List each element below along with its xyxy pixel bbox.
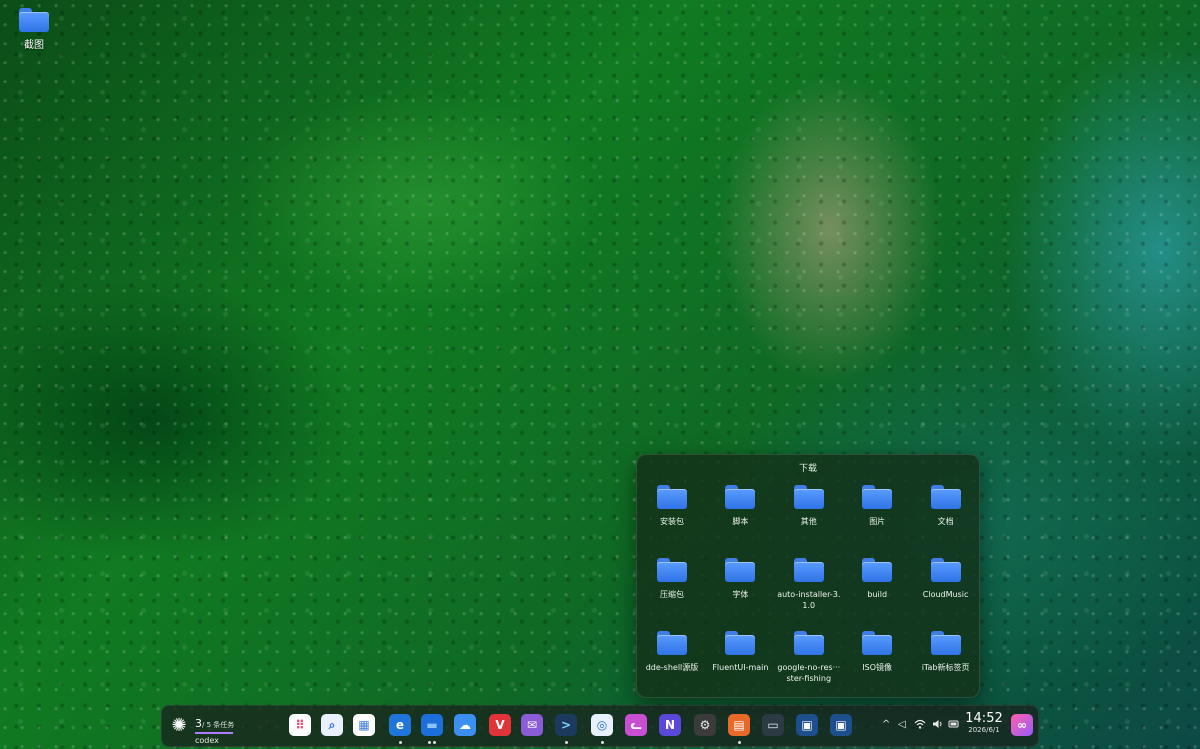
folder-item-label: build <box>867 590 888 599</box>
workspace-bar <box>195 732 233 734</box>
tray-back-icon[interactable]: ◁ <box>898 719 906 730</box>
mail-icon[interactable]: ✉ <box>521 714 543 736</box>
folder-popup-title: 下载 <box>798 464 817 474</box>
window-switch-icon[interactable]: ▭ <box>762 714 784 736</box>
folder-item[interactable]: 字体 <box>707 558 773 600</box>
folder-icon <box>725 485 756 509</box>
running-indicator <box>433 741 436 744</box>
folder-item-label: auto-installer-3.1.0 <box>777 590 841 610</box>
folder-item-label: 压缩包 <box>660 590 684 599</box>
folder-icon <box>657 558 687 582</box>
wallpaper-raindrops <box>0 0 1200 749</box>
taskbar: ✺ 3/ 5 条任务 codex ^ ◁ 14:52 2026/6/1 ∞ ⠿ ⌕… <box>161 705 1039 747</box>
window-a-icon[interactable]: ▣ <box>796 714 818 736</box>
folder-item-label: CloudMusic <box>922 590 969 599</box>
running-indicator <box>428 741 431 744</box>
folder-item[interactable]: auto-installer-3.1.0 <box>776 558 842 611</box>
folder-popup-downloads: 下载 安装包 脚本 其他 图片 文档压缩包 字体 auto-installer-3.1.0 b… <box>636 454 980 698</box>
folder-icon <box>793 631 824 655</box>
folder-icon <box>657 631 687 655</box>
launcher-grid-icon[interactable]: ⠿ <box>289 714 311 736</box>
file-manager-icon[interactable]: ▬ <box>421 714 443 736</box>
folder-item-label: 文档 <box>937 517 954 526</box>
folder-item-label: dde-shell源版 <box>645 663 699 672</box>
folder-item-label: 安装包 <box>660 517 684 526</box>
battery-icon[interactable] <box>948 719 960 732</box>
running-indicator <box>564 741 568 744</box>
folder-item[interactable]: ISO镜像 <box>844 631 910 673</box>
running-indicator <box>398 741 402 744</box>
folder-item[interactable]: CloudMusic <box>913 558 979 600</box>
folder-icon <box>725 631 756 655</box>
volume-icon[interactable] <box>932 719 944 732</box>
folder-icon <box>793 558 824 582</box>
workspace-indicator[interactable]: 3/ 5 条任务 codex <box>195 712 245 745</box>
folder-icon <box>862 558 893 582</box>
folder-item[interactable]: FluentUI-main <box>707 631 773 673</box>
settings-gear-icon[interactable]: ⚙ <box>694 714 716 736</box>
clock-date: 2026/6/1 <box>968 726 1000 734</box>
folder-icon <box>862 631 893 655</box>
running-indicator <box>600 741 604 744</box>
window-b-icon[interactable]: ▣ <box>830 714 852 736</box>
workspace-current: 3 <box>195 717 202 730</box>
folder-item[interactable]: 图片 <box>844 485 910 527</box>
folder-item[interactable]: build <box>844 558 910 600</box>
notion-like-icon[interactable]: N <box>659 714 681 736</box>
folder-item-label: FluentUI-main <box>712 663 769 672</box>
desktop-icon-screenshots[interactable]: 截图 <box>12 8 56 51</box>
edge-browser-icon[interactable]: e <box>389 714 411 736</box>
terminal-icon[interactable]: > <box>555 714 577 736</box>
folder-item[interactable]: 安装包 <box>639 485 705 527</box>
folder-item[interactable]: 其他 <box>776 485 842 527</box>
wifi-icon[interactable] <box>914 719 926 732</box>
folder-item[interactable]: 文档 <box>913 485 979 527</box>
folder-icon <box>930 631 961 655</box>
tray-expand-chevron[interactable]: ^ <box>882 719 890 730</box>
folder-item[interactable]: dde-shell源版 <box>639 631 705 673</box>
folder-item[interactable]: 压缩包 <box>639 558 705 600</box>
desktop-icon-label: 截图 <box>24 40 44 51</box>
shopping-bag-icon[interactable]: ▤ <box>728 714 750 736</box>
screenshot-icon[interactable]: ◎ <box>591 714 613 736</box>
folder-item-label: iTab新标签页 <box>921 663 970 672</box>
folder-icon <box>793 485 824 509</box>
folder-icon <box>657 485 687 509</box>
folder-item-label: google-no-res···ster-fishing <box>777 663 841 683</box>
cloud-icon[interactable]: ☁ <box>454 714 476 736</box>
folder-icon <box>930 485 961 509</box>
folder-item[interactable]: google-no-res···ster-fishing <box>776 631 842 684</box>
folder-item-label: 字体 <box>732 590 749 599</box>
folder-item-label: ISO镜像 <box>862 663 893 672</box>
workspace-total: / 5 条任务 <box>202 721 235 729</box>
openai-icon[interactable]: ✺ <box>168 715 190 737</box>
vivaldi-icon[interactable]: V <box>489 714 511 736</box>
folder-item-label: 其他 <box>800 517 817 526</box>
folder-item[interactable]: iTab新标签页 <box>913 631 979 673</box>
folder-icon <box>930 558 961 582</box>
notification-app-icon[interactable]: ∞ <box>1011 714 1033 736</box>
folder-item-label: 图片 <box>869 517 886 526</box>
cat-app-icon[interactable]: ᓚ <box>625 714 647 736</box>
folder-item-label: 脚本 <box>732 517 749 526</box>
folder-icon <box>725 558 756 582</box>
folder-item[interactable]: 脚本 <box>707 485 773 527</box>
app-store-icon[interactable]: ▦ <box>353 714 375 736</box>
clock[interactable]: 14:52 2026/6/1 <box>965 711 1003 734</box>
folder-icon <box>19 8 49 32</box>
clock-time: 14:52 <box>965 711 1003 726</box>
running-indicator <box>737 741 741 744</box>
search-icon[interactable]: ⌕ <box>321 714 343 736</box>
workspace-name: codex <box>195 736 219 745</box>
folder-icon <box>862 485 893 509</box>
